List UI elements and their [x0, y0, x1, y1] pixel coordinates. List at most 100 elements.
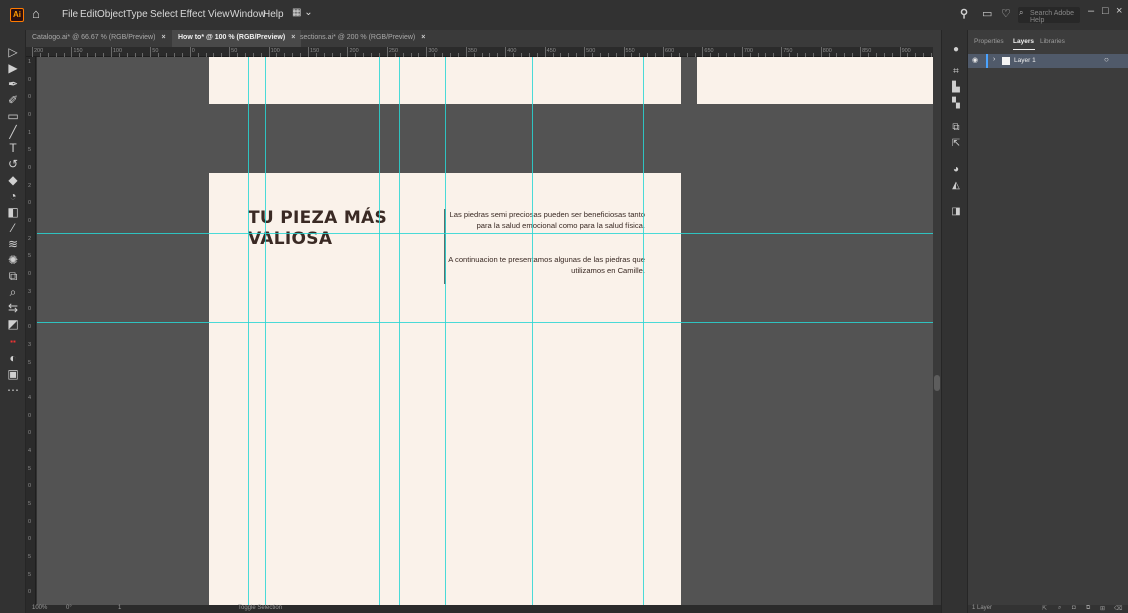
maximize-icon[interactable]: □ — [1102, 5, 1109, 17]
tools-panel: ▷ ▶ ✒ ✐ ▭ ╱ T ↺ ◆ ◔ ◧ ⁄ ≋ ✺ ⧉ ⌕ ⇆ ◩ ▪▪ ◐… — [0, 30, 26, 613]
clipping-mask-icon[interactable]: ◘ — [1072, 605, 1076, 611]
rotate-tool-icon[interactable]: ↺ — [4, 156, 22, 172]
ruler-label: 0 — [28, 271, 32, 278]
guide-horizontal[interactable] — [37, 233, 933, 234]
target-circle-icon[interactable]: ○ — [1104, 55, 1109, 64]
ruler-label: 700 — [743, 48, 753, 54]
vertical-scrollbar[interactable] — [933, 47, 941, 605]
expand-chevron-icon[interactable]: › — [993, 56, 995, 63]
paintbrush-tool-icon[interactable]: ╱ — [4, 124, 22, 140]
rotation-angle[interactable]: 0° — [66, 605, 72, 611]
close-tab-icon[interactable]: × — [161, 34, 165, 41]
screen-mode-icon[interactable]: ▣ — [4, 366, 22, 382]
curvature-tool-icon[interactable]: ✐ — [4, 92, 22, 108]
zoom-level[interactable]: 100% — [32, 605, 47, 611]
menu-view[interactable]: View — [208, 9, 230, 20]
color-panel-icon[interactable]: ● — [950, 44, 962, 56]
arrange-documents-icon[interactable]: ▭ — [982, 7, 992, 20]
current-tool-status[interactable]: Toggle Selection — [238, 605, 282, 611]
tab-libraries[interactable]: Libraries — [1040, 38, 1065, 45]
rectangle-tool-icon[interactable]: ▭ — [4, 108, 22, 124]
align-panel-icon[interactable]: ▙ — [950, 82, 962, 94]
tab-how-to[interactable]: How to* @ 100 % (RGB/Preview) × — [172, 30, 302, 47]
tab-layers[interactable]: Layers — [1013, 38, 1034, 45]
close-icon[interactable]: × — [1116, 5, 1122, 17]
tab-catalogo[interactable]: Catalogo.ai* @ 66.67 % (RGB/Preview) × — [26, 30, 172, 47]
close-tab-icon[interactable]: × — [421, 34, 425, 41]
search-input[interactable]: Search Adobe Help — [1018, 7, 1080, 24]
type-tool-icon[interactable]: T — [4, 140, 22, 156]
blend-tool-icon[interactable]: ≋ — [4, 236, 22, 252]
guide-vertical[interactable] — [643, 57, 644, 605]
new-sublayer-icon[interactable]: ⧉ — [1086, 605, 1090, 612]
vertical-ruler[interactable]: 1 0 0 0 1 5 0 2 0 0 2 5 0 3 0 0 3 5 0 4 0 0 4 5 0 5 0 0 5 5 0 — [26, 57, 36, 605]
pathfinder-panel-icon[interactable]: ▚ — [950, 98, 962, 110]
ruler-label: 2 — [28, 182, 32, 189]
horizontal-ruler[interactable]: 200 150 100 50 0 50 100 150 200 250 300 350 400 450 50… — [26, 47, 933, 57]
home-icon[interactable]: ⌂ — [32, 6, 40, 21]
ruler-label: 900 — [901, 48, 911, 54]
export-icon[interactable]: ⇱ — [1042, 605, 1047, 612]
locate-object-icon[interactable]: ⌕ — [1058, 605, 1061, 612]
transform-panel-icon[interactable]: ⌗ — [950, 66, 962, 78]
ruler-label: 5 — [28, 359, 32, 366]
menu-edit[interactable]: Edit — [80, 9, 97, 20]
artboard-tool-icon[interactable]: ⧉ — [4, 268, 22, 284]
menu-window[interactable]: Window — [230, 9, 266, 20]
lightbulb-icon[interactable]: ⚲ — [960, 7, 968, 20]
menu-type[interactable]: Type — [126, 9, 148, 20]
minimize-icon[interactable]: – — [1088, 5, 1094, 17]
fill-stroke-icon[interactable]: ◩ — [4, 316, 22, 332]
ruler-label: 0 — [28, 430, 32, 437]
draw-mode-icon[interactable]: ◐ — [4, 350, 22, 366]
guide-vertical[interactable] — [265, 57, 266, 605]
zoom-tool-icon[interactable]: ⌕ — [4, 284, 22, 300]
color-mode-icon[interactable]: ▪▪ — [4, 334, 22, 350]
paragraph-benefits[interactable]: Las piedras semi preciosas pueden ser be… — [445, 210, 645, 231]
direct-selection-tool-icon[interactable]: ▶ — [4, 60, 22, 76]
eyedropper-tool-icon[interactable]: ⁄ — [4, 220, 22, 236]
ruler-label: 5 — [28, 465, 32, 472]
guide-vertical[interactable] — [445, 57, 446, 605]
artboard-heading[interactable]: TU PIEZA MÁS VALIOSA — [248, 208, 428, 250]
artboards-panel-icon[interactable]: ⧉ — [950, 122, 962, 134]
menu-file[interactable]: File — [62, 9, 78, 20]
discover-icon[interactable]: ♡ — [1001, 7, 1011, 20]
guide-horizontal[interactable] — [37, 322, 933, 323]
pen-tool-icon[interactable]: ✒ — [4, 76, 22, 92]
canvas[interactable]: TU PIEZA MÁS VALIOSA Las piedras semi pr… — [37, 57, 933, 605]
delete-layer-icon[interactable]: ⌫ — [1114, 605, 1122, 612]
tab-properties[interactable]: Properties — [974, 38, 1004, 45]
menu-effect[interactable]: Effect — [180, 9, 205, 20]
asset-export-icon[interactable]: ⇱ — [950, 138, 962, 150]
gradient-tool-icon[interactable]: ◧ — [4, 204, 22, 220]
transparency-panel-icon[interactable]: ◨ — [950, 206, 962, 218]
guide-vertical[interactable] — [532, 57, 533, 605]
menu-object[interactable]: Object — [97, 9, 126, 20]
workspace-switcher-icon[interactable]: ▦ ⌄ — [292, 7, 313, 18]
layer-count: 1 Layer — [972, 605, 993, 611]
artboard-navigator[interactable]: 1 — [118, 605, 121, 611]
menu-help[interactable]: Help — [263, 9, 284, 20]
appearance-panel-icon[interactable]: ◕ — [950, 164, 962, 176]
guide-vertical[interactable] — [379, 57, 380, 605]
selection-tool-icon[interactable]: ▷ — [4, 44, 22, 60]
ruler-label: 400 — [507, 48, 517, 54]
layer-name[interactable]: Layer 1 — [1014, 57, 1036, 64]
tab-sections[interactable]: sections.ai* @ 200 % (RGB/Preview) × — [294, 30, 431, 47]
graphic-styles-icon[interactable]: ◭ — [950, 180, 962, 192]
paragraph-intro[interactable]: A continuacion te presentamos algunas de… — [445, 255, 645, 276]
shape-builder-tool-icon[interactable]: ◔ — [4, 188, 22, 204]
visibility-eye-icon[interactable]: ◉ — [972, 56, 978, 64]
new-layer-icon[interactable]: ⊞ — [1100, 605, 1105, 612]
guide-vertical[interactable] — [399, 57, 400, 605]
guide-vertical[interactable] — [248, 57, 249, 605]
artboard-top-right[interactable] — [697, 57, 933, 104]
menu-select[interactable]: Select — [150, 9, 178, 20]
ruler-label: 1 — [28, 59, 32, 65]
swap-colors-icon[interactable]: ⇆ — [4, 300, 22, 316]
eraser-tool-icon[interactable]: ◆ — [4, 172, 22, 188]
scrollbar-thumb[interactable] — [934, 375, 940, 391]
symbol-sprayer-tool-icon[interactable]: ✺ — [4, 252, 22, 268]
more-tools-icon[interactable]: ⋯ — [4, 382, 22, 398]
